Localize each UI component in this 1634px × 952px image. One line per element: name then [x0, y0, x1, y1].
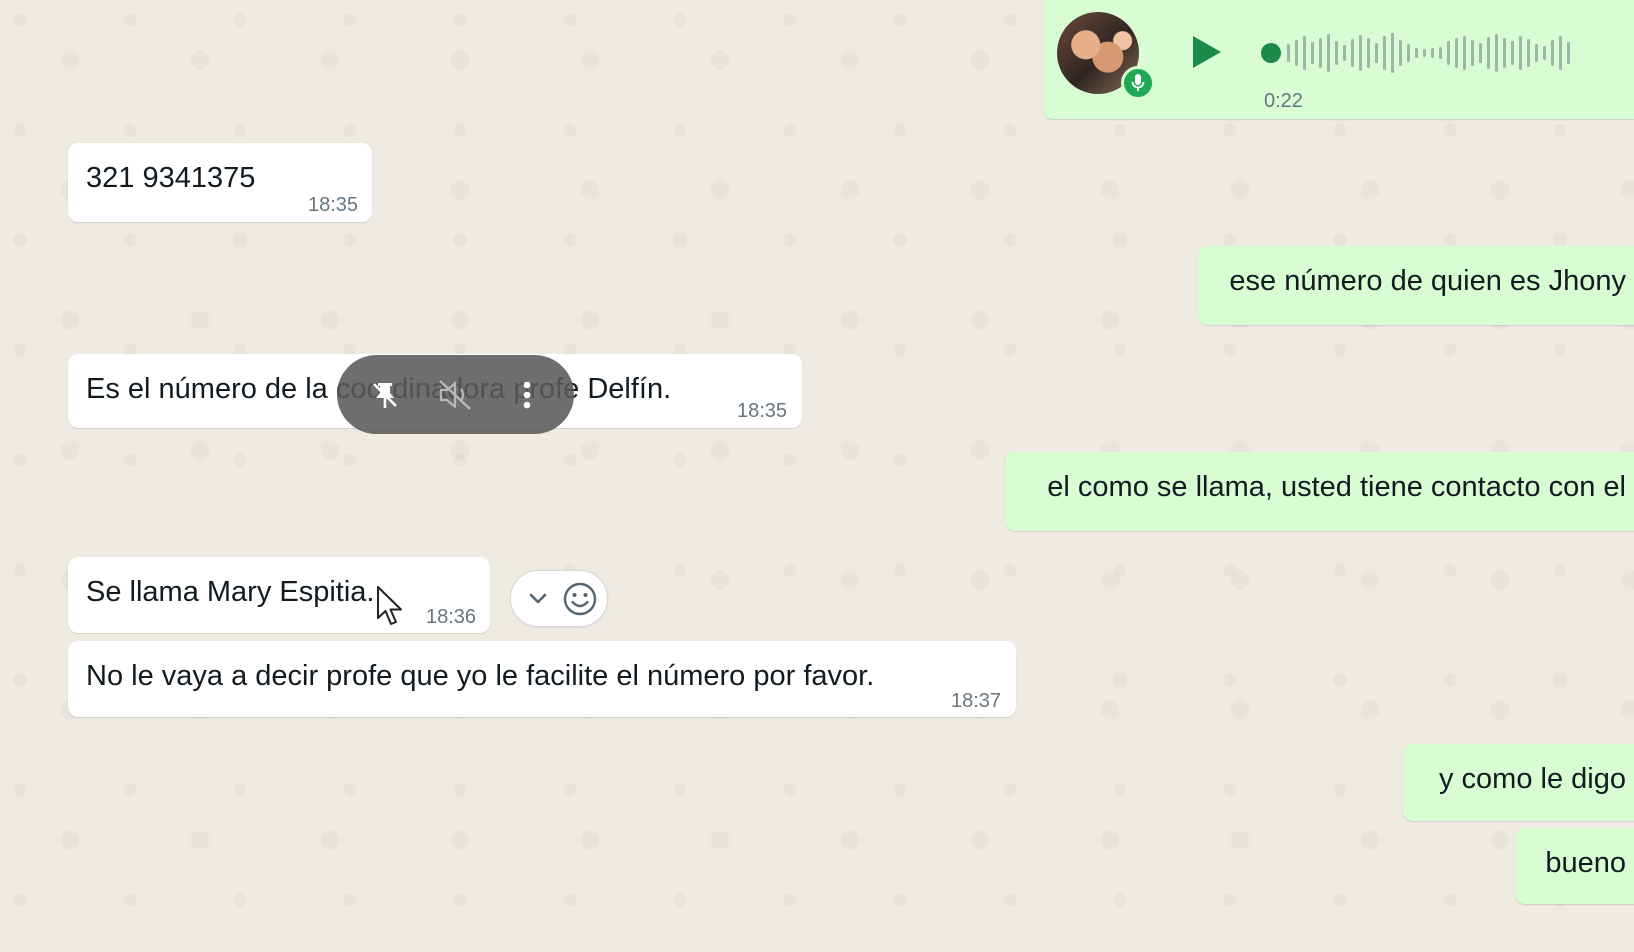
waveform-bar: [1367, 38, 1370, 68]
waveform-bar: [1567, 42, 1570, 64]
waveform-bar: [1431, 48, 1434, 58]
waveform-bar: [1455, 38, 1458, 68]
waveform-bar: [1503, 38, 1506, 68]
message-time: 18:37: [951, 690, 1002, 712]
floating-video-controls: [337, 355, 574, 434]
waveform-bar: [1303, 36, 1306, 70]
message-text: el como se llama, usted tiene contacto c…: [1047, 471, 1626, 503]
message-bubble[interactable]: el como se llama, usted tiene contacto c…: [1005, 452, 1634, 531]
microphone-icon: [1121, 66, 1155, 100]
message-text: No le vaya a decir profe que yo le facil…: [86, 660, 875, 692]
message-text: ese número de quien es Jhony: [1229, 265, 1626, 297]
waveform-bar: [1383, 36, 1386, 70]
chat-panel: 0:22 321 9341375 18:35 ese número de qui…: [0, 0, 1634, 952]
waveform-bar: [1287, 44, 1290, 62]
mouse-cursor-icon: [377, 586, 402, 625]
waveform-bar: [1335, 41, 1338, 65]
waveform-bar: [1543, 46, 1546, 60]
message-bubble[interactable]: y como le digo: [1403, 744, 1634, 821]
message-time: 18:35: [308, 194, 359, 216]
audio-waveform[interactable]: [1261, 30, 1634, 76]
waveform-bar: [1327, 34, 1330, 72]
message-time: 18:35: [737, 400, 788, 422]
voice-message: 0:22: [1043, 0, 1634, 119]
message-text: Se llama Mary Espitia.: [86, 576, 375, 608]
emoji-icon[interactable]: [559, 577, 601, 621]
waveform-bar: [1415, 48, 1418, 58]
message-bubble[interactable]: Se llama Mary Espitia. 18:36: [68, 557, 490, 633]
waveform-bar: [1559, 36, 1562, 70]
waveform-bar: [1407, 44, 1410, 62]
mute-icon[interactable]: [434, 373, 478, 417]
waveform-bar: [1311, 42, 1314, 64]
waveform-bar: [1439, 47, 1442, 59]
message-bubble[interactable]: bueno: [1515, 828, 1634, 904]
waveform-bar: [1527, 39, 1530, 67]
waveform-bar: [1343, 45, 1346, 61]
waveform-bar: [1375, 43, 1378, 63]
waveform-bar: [1423, 49, 1426, 57]
waveform-bar: [1351, 39, 1354, 67]
unpin-icon[interactable]: [363, 373, 407, 417]
waveform-bar: [1447, 41, 1450, 65]
message-text: 321 9341375: [86, 162, 256, 194]
playback-scrubber[interactable]: [1261, 43, 1281, 63]
waveform-bar: [1551, 40, 1554, 66]
voice-duration: 0:22: [1264, 90, 1303, 112]
waveform-bar: [1519, 36, 1522, 70]
chevron-down-icon[interactable]: [517, 577, 559, 621]
waveform-bar: [1295, 40, 1298, 66]
waveform-bar: [1487, 37, 1490, 69]
waveform-bar: [1463, 36, 1466, 70]
waveform-bar: [1359, 35, 1362, 71]
waveform-bar: [1399, 40, 1402, 66]
message-bubble[interactable]: No le vaya a decir profe que yo le facil…: [68, 641, 1016, 717]
message-text: bueno: [1545, 847, 1626, 879]
waveform-bar: [1479, 43, 1482, 63]
message-hover-actions: [510, 570, 608, 627]
message-bubble[interactable]: 321 9341375 18:35: [68, 143, 372, 222]
more-vertical-icon[interactable]: [505, 373, 549, 417]
waveform-bar: [1535, 44, 1538, 62]
waveform-bar: [1319, 38, 1322, 68]
play-icon[interactable]: [1193, 36, 1221, 68]
message-bubble[interactable]: ese número de quien es Jhony: [1198, 246, 1634, 325]
message-text: y como le digo: [1439, 763, 1626, 795]
message-time: 18:36: [426, 606, 477, 628]
waveform-bar: [1391, 33, 1394, 73]
waveform-bar: [1495, 34, 1498, 72]
waveform-bar: [1511, 41, 1514, 65]
waveform-bar: [1471, 40, 1474, 66]
